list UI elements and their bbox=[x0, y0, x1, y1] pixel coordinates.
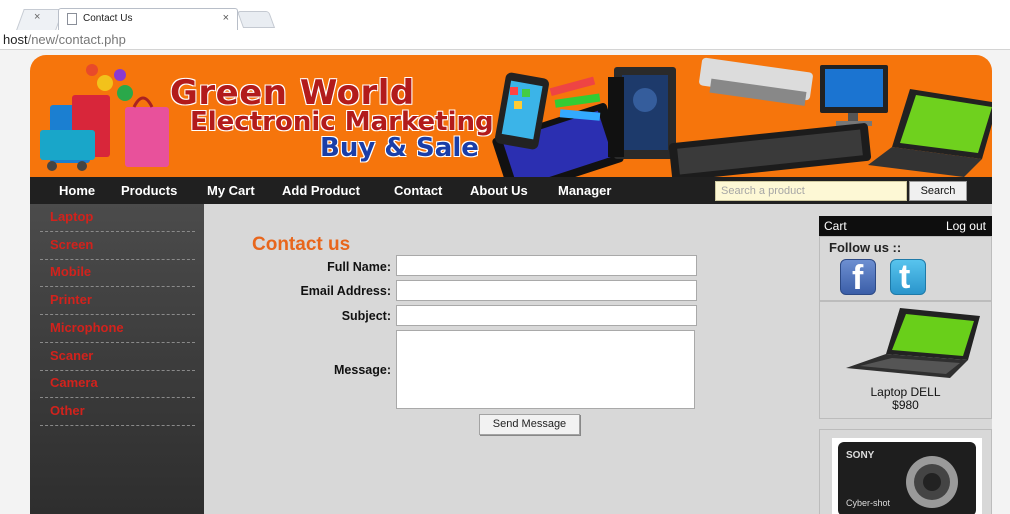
tab-close-icon[interactable]: × bbox=[223, 12, 229, 24]
nav-about-us[interactable]: About Us bbox=[470, 183, 528, 198]
follow-us-box: Follow us :: f t bbox=[819, 236, 992, 301]
nav-home[interactable]: Home bbox=[59, 183, 95, 198]
page-title: Contact us bbox=[252, 234, 351, 255]
product-name: Laptop DELL bbox=[870, 385, 941, 399]
keyboard-image bbox=[668, 123, 872, 177]
subject-field[interactable] bbox=[396, 305, 697, 326]
email-field[interactable] bbox=[396, 280, 697, 301]
search-button[interactable]: Search bbox=[909, 181, 967, 201]
product-card-camera[interactable]: SONY Cyber-shot bbox=[819, 429, 992, 514]
main-nav: Home Products My Cart Add Product Contac… bbox=[30, 177, 992, 204]
brand-tagline: Buy & Sale bbox=[320, 133, 479, 163]
camera-product-image: SONY Cyber-shot bbox=[832, 438, 982, 514]
category-sidebar: Laptop Screen Mobile Printer Microphone … bbox=[30, 204, 204, 514]
page-icon bbox=[67, 13, 77, 25]
send-message-button[interactable]: Send Message bbox=[479, 414, 580, 435]
follow-us-label: Follow us :: bbox=[829, 240, 902, 255]
nav-my-cart[interactable]: My Cart bbox=[207, 183, 255, 198]
sidebar-item-other[interactable]: Other bbox=[40, 398, 195, 426]
sidebar-item-microphone[interactable]: Microphone bbox=[40, 315, 195, 343]
facebook-icon[interactable]: f bbox=[840, 259, 876, 297]
right-column: Cart Log out Follow us :: f t Laptop DEL… bbox=[819, 216, 993, 514]
browser-tabstrip: × Contact Us × bbox=[0, 0, 1010, 30]
url-path: /new/contact.php bbox=[27, 32, 126, 47]
monitor-image bbox=[820, 65, 888, 126]
cart-link[interactable]: Cart bbox=[824, 219, 847, 233]
email-label: Email Address: bbox=[300, 284, 391, 298]
product-price: $980 bbox=[892, 398, 919, 412]
sidebar-item-screen[interactable]: Screen bbox=[40, 232, 195, 260]
nav-contact[interactable]: Contact bbox=[394, 183, 442, 198]
sidebar-item-printer[interactable]: Printer bbox=[40, 287, 195, 315]
tab-title: Contact Us bbox=[83, 13, 133, 24]
message-textarea[interactable] bbox=[396, 330, 695, 409]
nav-manager[interactable]: Manager bbox=[558, 183, 611, 198]
twitter-icon[interactable]: t bbox=[890, 258, 926, 296]
site-container: Green World Electronic Marketing Buy & S… bbox=[30, 55, 992, 514]
scanner-image bbox=[699, 57, 813, 106]
search-input[interactable]: Search a product bbox=[715, 181, 907, 201]
address-bar[interactable]: host/new/contact.php bbox=[0, 30, 1010, 50]
logout-link[interactable]: Log out bbox=[946, 219, 986, 233]
laptop-product-image bbox=[846, 308, 980, 378]
nav-products[interactable]: Products bbox=[121, 183, 177, 198]
full-name-field[interactable] bbox=[396, 255, 697, 276]
camera-model-text: Cyber-shot bbox=[846, 498, 891, 508]
previous-tab-close-icon[interactable]: × bbox=[34, 11, 40, 23]
new-tab-button[interactable] bbox=[236, 11, 276, 28]
pc-tower-image bbox=[608, 67, 676, 159]
sidebar-item-laptop[interactable]: Laptop bbox=[40, 204, 195, 232]
sidebar-item-mobile[interactable]: Mobile bbox=[40, 259, 195, 287]
full-name-label: Full Name: bbox=[327, 260, 391, 274]
product-card-laptop[interactable]: Laptop DELL $980 bbox=[819, 301, 992, 419]
sidebar-item-camera[interactable]: Camera bbox=[40, 370, 195, 398]
camera-brand-text: SONY bbox=[846, 450, 875, 461]
url-text: host/new/contact.php bbox=[3, 32, 126, 47]
content-area: Laptop Screen Mobile Printer Microphone … bbox=[30, 204, 992, 514]
nav-add-product[interactable]: Add Product bbox=[282, 183, 360, 198]
message-label: Message: bbox=[334, 363, 391, 377]
tab-contact-us[interactable]: Contact Us × bbox=[58, 8, 238, 30]
account-bar: Cart Log out bbox=[819, 216, 992, 236]
sidebar-item-scaner[interactable]: Scaner bbox=[40, 343, 195, 371]
header-banner: Green World Electronic Marketing Buy & S… bbox=[30, 55, 992, 177]
subject-label: Subject: bbox=[341, 309, 391, 323]
url-host: host bbox=[3, 32, 28, 47]
shopping-bags-logo bbox=[40, 64, 169, 171]
